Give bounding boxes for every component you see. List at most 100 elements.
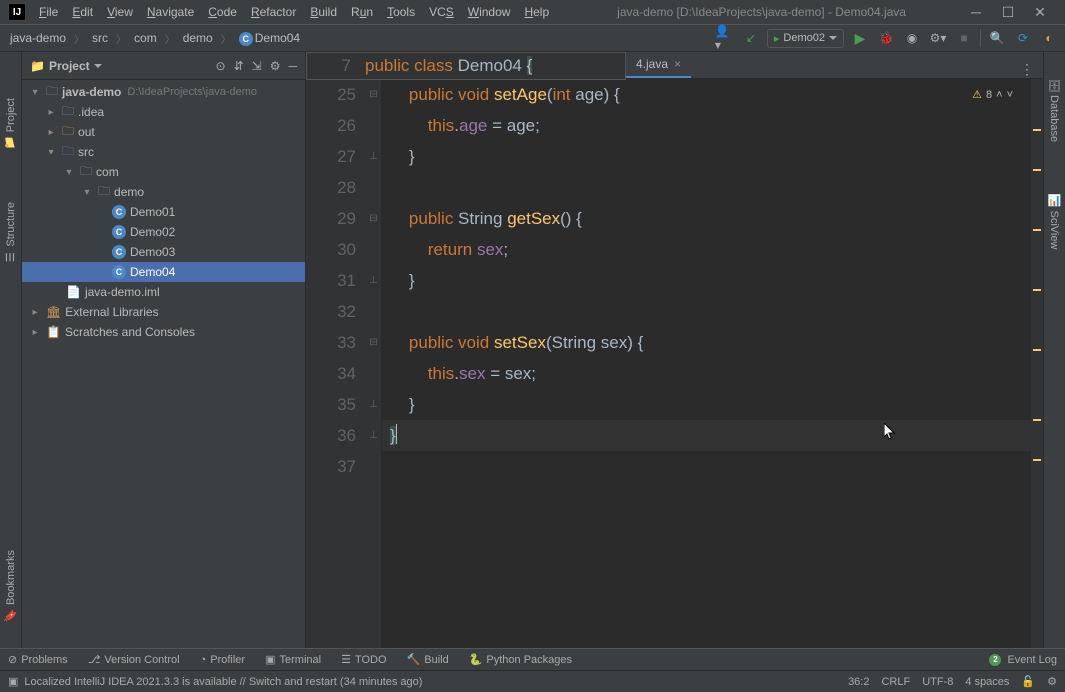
build-tab[interactable]: 🔨Build [407,653,449,666]
folder-icon: 🗀 [46,82,58,103]
status-icon[interactable]: ▣ [8,675,18,688]
menu-code[interactable]: Code [203,3,242,21]
class-icon: C [112,265,126,279]
tab-more-icon[interactable]: ⋮ [1020,61,1035,78]
tree-row-demo04[interactable]: C Demo04 [22,262,305,282]
crumb-class[interactable]: CDemo04 [235,29,304,48]
close-tab-icon[interactable]: × [674,57,681,71]
crumb-demo[interactable]: demo [179,29,217,47]
editor-tab[interactable]: 4.java × [626,52,691,78]
tree-row-external-libraries[interactable]: ▸🏛 External Libraries [22,302,305,322]
class-icon: C [112,225,126,239]
tree-row-src[interactable]: ▾🗀 src [22,142,305,162]
ide-settings-icon[interactable]: ◐ [1039,28,1059,48]
chevron-down-icon [94,64,102,68]
search-everywhere-icon[interactable]: 🔍 [987,28,1007,48]
tree-row-scratches[interactable]: ▸📋 Scratches and Consoles [22,322,305,342]
caret-position[interactable]: 36:2 [848,676,869,688]
maximize-button[interactable]: ☐ [1001,5,1015,19]
menu-view[interactable]: View [102,3,138,21]
memory-icon[interactable]: ⚙ [1047,675,1057,688]
tree-row-project[interactable]: ▾🗀 java-demo D:\IdeaProjects\java-demo [22,82,305,102]
tree-row-com[interactable]: ▾🗀 com [22,162,305,182]
run-configuration-selector[interactable]: ▸ Demo02 [767,29,844,48]
code-area[interactable]: 252627 282930 313233 343536 37 ⊟⊥ ⊟ ⊥⊟ ⊥… [306,79,1043,648]
expand-all-icon[interactable]: ⇵ [234,59,244,73]
project-tool-window: 📁 Project ⊙ ⇵ ⇲ ⚙ ─ ▾🗀 java-demo D:\Idea… [22,52,306,648]
menu-refactor[interactable]: Refactor [246,3,301,21]
tree-row-demo03[interactable]: C Demo03 [22,242,305,262]
run-button[interactable]: ▶ [850,28,870,48]
status-bar: ▣ Localized IntelliJ IDEA 2021.3.3 is av… [0,670,1065,692]
next-highlight-icon[interactable]: ˅ [1007,89,1013,101]
terminal-tab[interactable]: ▣Terminal [265,653,321,666]
python-packages-tab[interactable]: 🐍Python Packages [469,653,572,666]
project-tool-tab[interactable]: 📁Project [2,92,19,156]
tree-row-demo02[interactable]: C Demo02 [22,222,305,242]
code-content[interactable]: public void setAge(int age) { this.age =… [382,79,1031,648]
todo-tab[interactable]: ☰TODO [341,653,386,666]
bottom-tool-stripe: ⊘Problems ⎇Version Control ◔Profiler ▣Te… [0,648,1065,670]
tree-row-out[interactable]: ▸🗀 out [22,122,305,142]
tree-row-iml[interactable]: 📄 java-demo.iml [22,282,305,302]
coverage-button[interactable]: ◉ [902,28,922,48]
warning-count: 8 [986,89,992,101]
crumb-com[interactable]: com [130,29,161,47]
file-encoding[interactable]: UTF-8 [922,676,953,688]
fold-gutter[interactable]: ⊟⊥ ⊟ ⊥⊟ ⊥⊥ [366,79,382,648]
menu-edit[interactable]: Edit [67,3,98,21]
menu-vcs[interactable]: VCS [424,3,459,21]
status-message[interactable]: Localized IntelliJ IDEA 2021.3.3 is avai… [24,676,422,688]
menu-window[interactable]: Window [463,3,516,21]
indent-info[interactable]: 4 spaces [965,676,1009,688]
settings-icon[interactable]: ⚙ [270,59,281,73]
structure-tool-tab[interactable]: ☰Structure [2,196,19,270]
sync-icon[interactable]: ⟳ [1013,28,1033,48]
tree-row-demo01[interactable]: C Demo01 [22,202,305,222]
select-opened-icon[interactable]: ⊙ [216,59,226,73]
chevron-right-icon: 〉 [165,31,175,46]
close-button[interactable]: ✕ [1033,5,1047,19]
stop-button[interactable]: ■ [954,28,974,48]
folder-icon: 🗀 [62,122,74,143]
menu-build[interactable]: Build [305,3,342,21]
read-only-icon[interactable]: 🔓 [1021,675,1035,688]
debug-button[interactable]: 🐞 [876,28,896,48]
vcs-update-icon[interactable]: ↙ [741,28,761,48]
folder-icon: 🗀 [98,182,110,203]
menu-navigate[interactable]: Navigate [142,3,199,21]
inspection-widget[interactable]: ⚠ 8 ˄ ˅ [972,88,1013,101]
profiler-tab[interactable]: ◔Profiler [200,654,246,666]
user-icon[interactable]: 👤▾ [715,28,735,48]
folder-icon: 🗀 [62,102,74,123]
build-icon: 🔨 [407,653,421,666]
event-log-tab[interactable]: Event Log [1007,654,1057,666]
bookmarks-tool-tab[interactable]: 🔖Bookmarks [2,544,19,628]
tree-row-demo[interactable]: ▾🗀 demo [22,182,305,202]
tree-row-idea[interactable]: ▸🗀 .idea [22,102,305,122]
line-number-gutter[interactable]: 252627 282930 313233 343536 37 [306,79,366,648]
sticky-line-number: 7 [325,56,365,76]
menu-tools[interactable]: Tools [382,3,420,21]
project-tree[interactable]: ▾🗀 java-demo D:\IdeaProjects\java-demo ▸… [22,80,305,648]
error-stripe[interactable] [1031,79,1043,648]
prev-highlight-icon[interactable]: ˄ [996,89,1002,101]
crumb-src[interactable]: src [88,29,112,47]
menu-run[interactable]: Run [346,3,378,21]
file-icon: 📄 [66,285,81,299]
crumb-project[interactable]: java-demo [6,29,70,47]
project-view-selector[interactable]: 📁 Project [30,59,210,73]
menu-help[interactable]: Help [519,3,554,21]
minimize-button[interactable]: ─ [969,5,983,19]
version-control-tab[interactable]: ⎇Version Control [88,653,180,666]
python-icon: 🐍 [469,653,483,666]
collapse-all-icon[interactable]: ⇲ [252,59,262,73]
line-ending[interactable]: CRLF [881,676,910,688]
database-tool-tab[interactable]: 🗄 Database [1046,72,1063,148]
hide-icon[interactable]: ─ [288,59,297,73]
menu-file[interactable]: File [34,3,63,21]
problems-tab[interactable]: ⊘Problems [8,653,68,666]
sciview-tool-tab[interactable]: 📊 SciView [1046,188,1063,255]
titlebar: IJ File Edit View Navigate Code Refactor… [0,0,1065,24]
profile-button[interactable]: ⚙▾ [928,28,948,48]
